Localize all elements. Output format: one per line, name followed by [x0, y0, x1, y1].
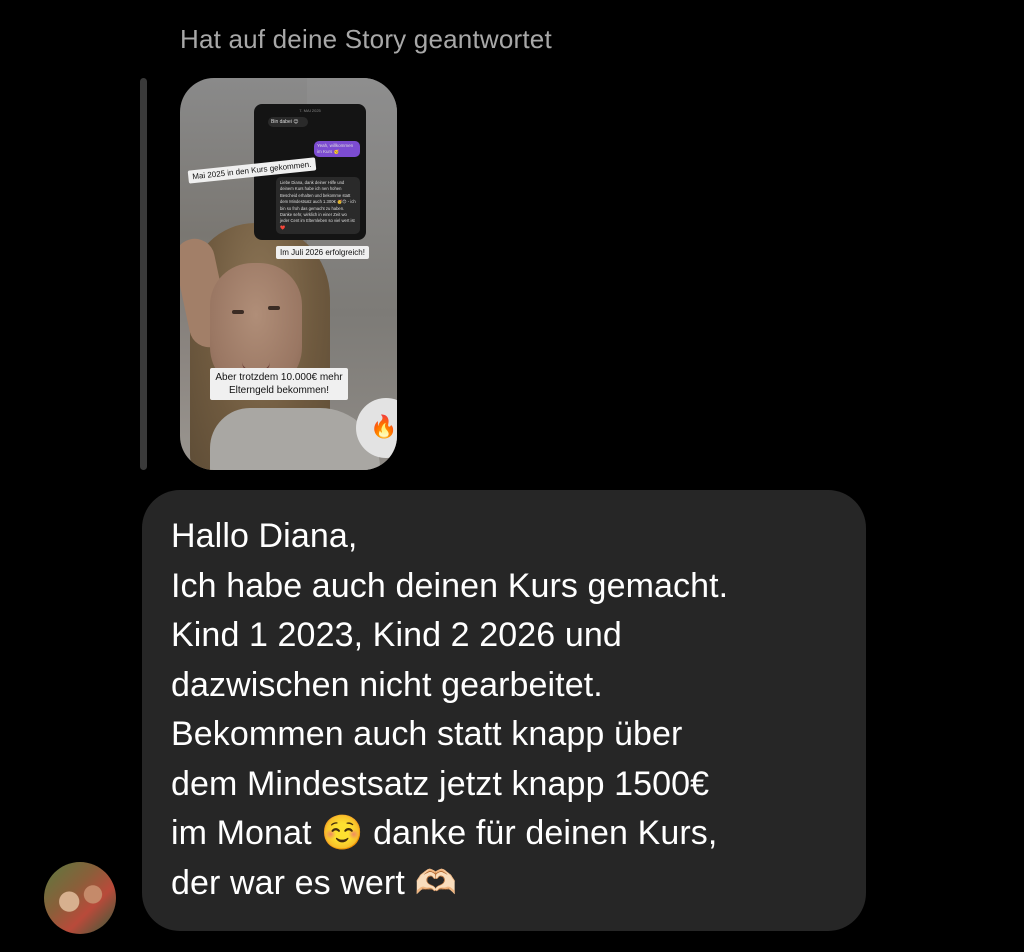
story-thumbnail[interactable]: 7. MAI 2025 Bin dabei 😊 Yeah, willkommen…: [180, 78, 397, 470]
story-chat-incoming: Bin dabei 😊: [268, 117, 308, 127]
sender-avatar[interactable]: [44, 862, 116, 934]
message-bubble[interactable]: Hallo Diana, Ich habe auch deinen Kurs g…: [142, 490, 866, 931]
reply-indicator-bar: [140, 78, 147, 470]
reply-header: Hat auf deine Story geantwortet: [180, 24, 552, 54]
fire-icon: 🔥: [370, 414, 397, 439]
message-text-line: dazwischen nicht gearbeitet.: [171, 665, 603, 704]
story-chat-time: 7. MAI 2025: [299, 108, 321, 113]
story-person-eye: [268, 306, 280, 310]
message-text-line: dem Mindestsatz jetzt knapp 1500€: [171, 764, 710, 803]
message-text-line: Ich habe auch deinen Kurs gemacht.: [171, 566, 729, 605]
story-text-sticker: Im Juli 2026 erfolgreich!: [276, 246, 369, 259]
message-text-line: Hallo Diana,: [171, 517, 358, 555]
message-text-line: Bekommen auch statt knapp über: [171, 715, 683, 753]
story-chat-outgoing: Yeah, willkommen im Kurs 🥳: [314, 141, 360, 157]
story-chat-long-message: Liebe Diana, dank deiner Hilfe und deine…: [276, 177, 360, 235]
message-text-line: der war es wert 🫶🏻: [171, 863, 457, 902]
story-text-sticker: Aber trotzdem 10.000€ mehr Elterngeld be…: [210, 368, 348, 400]
story-person-eye: [232, 310, 244, 314]
message-text-line: Kind 1 2023, Kind 2 2026 und: [171, 616, 622, 654]
message-text-line: im Monat ☺️ danke für deinen Kurs,: [171, 814, 718, 852]
